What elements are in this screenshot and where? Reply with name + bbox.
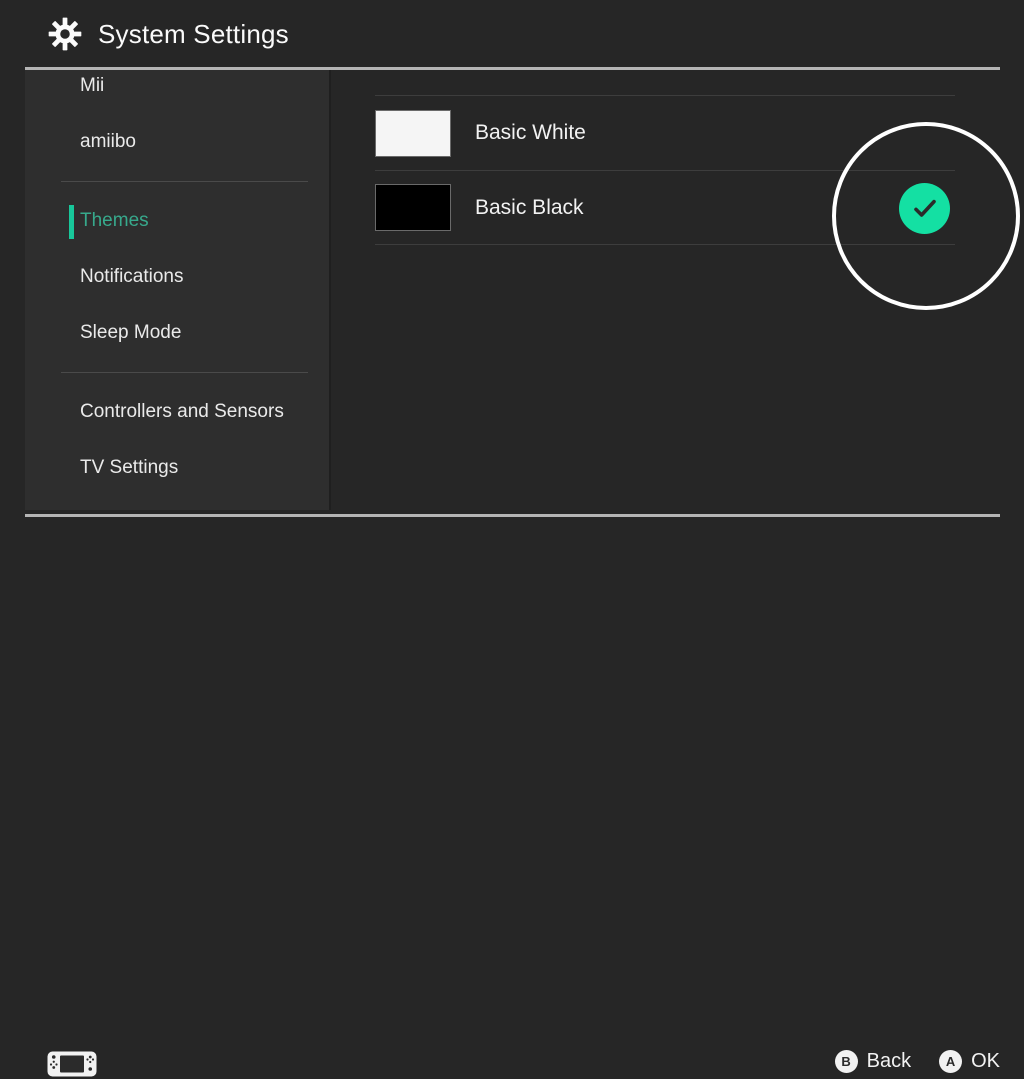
nintendo-switch-console-icon <box>47 1051 97 1077</box>
sidebar-item-mii[interactable]: Mii <box>25 70 330 114</box>
header: System Settings <box>0 0 1024 68</box>
theme-list: Basic White Basic Black <box>375 95 955 245</box>
footer-actions: B Back A OK <box>834 1050 1000 1073</box>
back-button-label: Back <box>866 1050 912 1072</box>
b-button-icon: B <box>834 1050 858 1073</box>
sidebar-item-label: Controllers and Sensors <box>80 401 284 422</box>
sidebar-item-label: Themes <box>80 210 149 231</box>
sidebar-item-controllers-and-sensors[interactable]: Controllers and Sensors <box>25 384 330 440</box>
sidebar-item-label: Sleep Mode <box>80 322 182 343</box>
ok-button[interactable]: A OK <box>939 1050 1000 1073</box>
sidebar-item-sleep-mode[interactable]: Sleep Mode <box>25 305 330 361</box>
selected-check-badge <box>899 183 950 234</box>
ok-button-label: OK <box>971 1050 1000 1072</box>
footer-divider <box>25 514 1000 517</box>
sidebar-item-themes[interactable]: Themes <box>25 193 330 249</box>
a-button-icon: A <box>939 1050 963 1073</box>
check-icon <box>913 199 936 217</box>
active-indicator-bar <box>69 205 74 239</box>
theme-swatch-basic-white <box>375 109 451 157</box>
sidebar-item-label: TV Settings <box>80 457 179 478</box>
theme-row[interactable]: Basic Black <box>375 170 955 245</box>
theme-label: Basic Black <box>475 195 584 219</box>
theme-label: Basic White <box>475 121 586 144</box>
theme-row[interactable]: Basic White <box>375 95 955 170</box>
theme-swatch-basic-black <box>375 184 451 231</box>
sidebar-item-label: Notifications <box>80 266 184 287</box>
sidebar-item-tv-settings[interactable]: TV Settings <box>25 440 330 496</box>
sidebar-separator <box>61 372 308 373</box>
back-button[interactable]: B Back <box>834 1050 912 1073</box>
sidebar-item-label: Mii <box>80 75 105 96</box>
sidebar-item-notifications[interactable]: Notifications <box>25 249 330 305</box>
footer: B Back A OK <box>0 518 1024 1077</box>
sidebar[interactable]: Mii amiibo Themes Notifications Sleep Mo… <box>25 70 330 510</box>
system-settings-screen: System Settings Mii amiibo Themes Notifi… <box>0 0 1024 1077</box>
gear-icon <box>48 17 82 51</box>
sidebar-separator <box>61 181 308 182</box>
sidebar-item-label: amiibo <box>80 131 136 152</box>
sidebar-edge-divider <box>329 70 331 510</box>
sidebar-item-amiibo[interactable]: amiibo <box>25 114 330 170</box>
page-title: System Settings <box>98 18 289 49</box>
